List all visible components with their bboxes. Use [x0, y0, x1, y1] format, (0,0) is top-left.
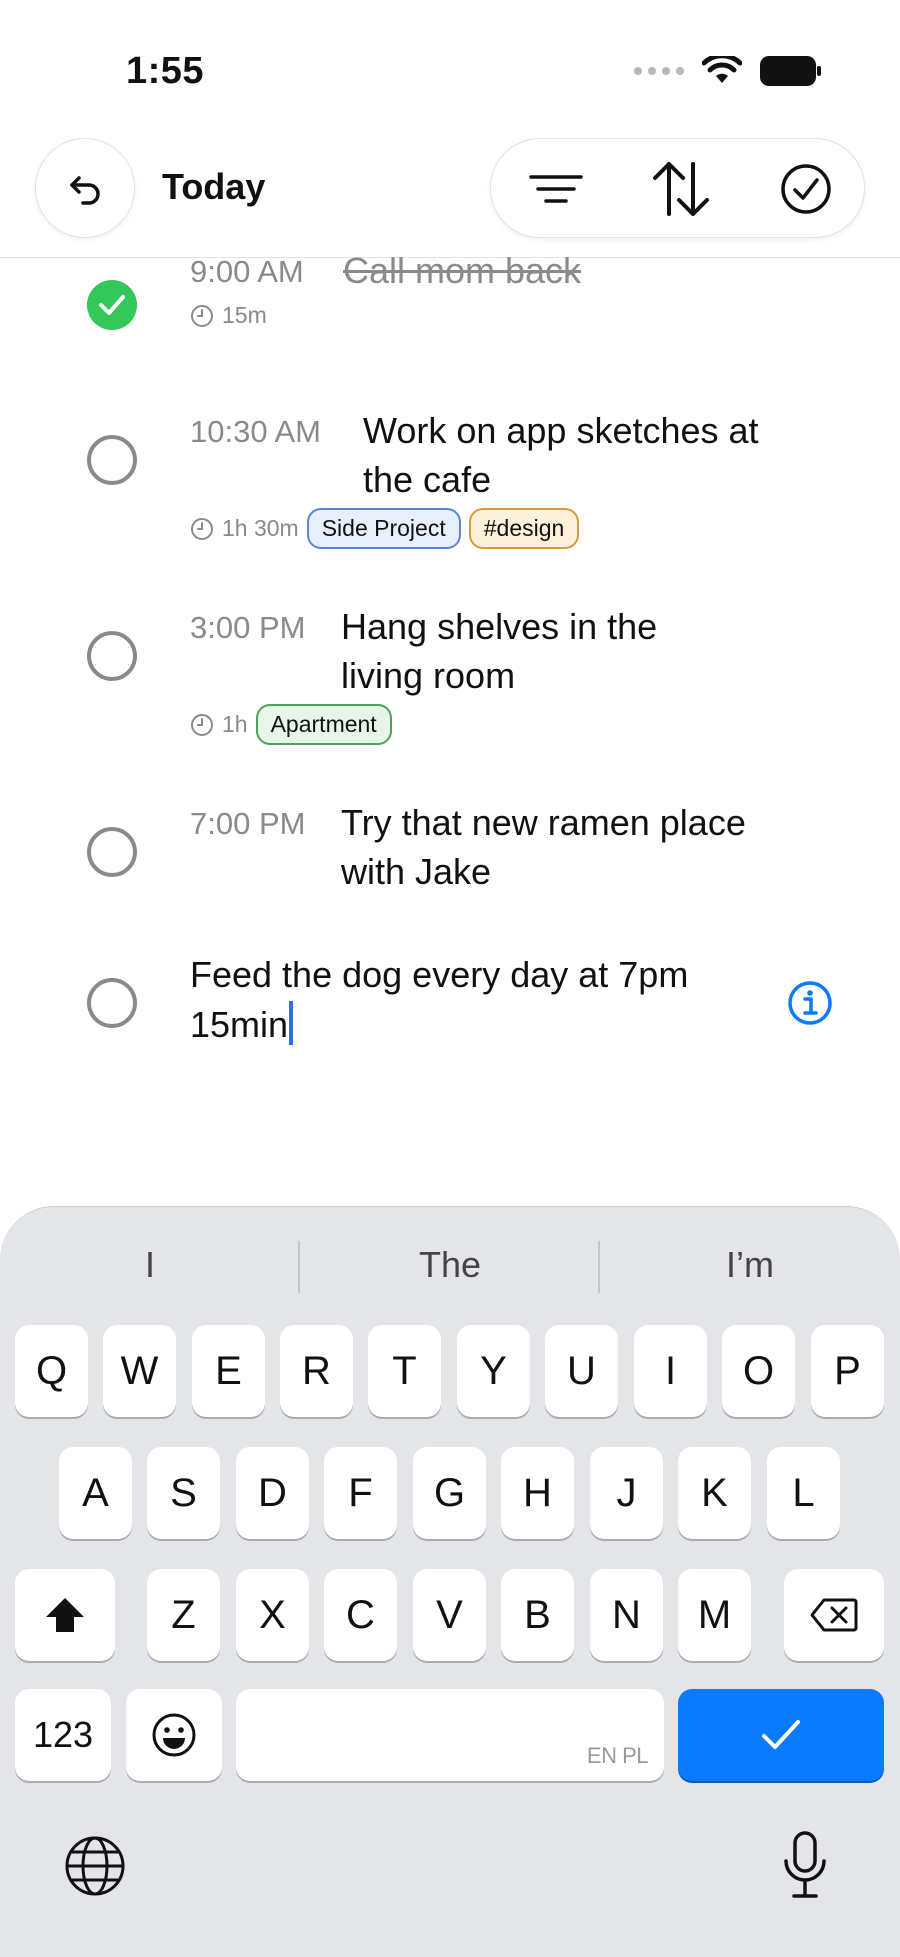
- key-j[interactable]: J: [590, 1447, 663, 1539]
- cellular-signal-icon: [634, 67, 684, 75]
- task-title[interactable]: Work on app sketches at the cafe: [363, 406, 813, 504]
- battery-icon: [760, 56, 821, 86]
- key-x[interactable]: X: [236, 1569, 309, 1661]
- shift-key[interactable]: [15, 1569, 115, 1661]
- key-c[interactable]: C: [324, 1569, 397, 1661]
- numbers-key[interactable]: 123: [15, 1689, 111, 1781]
- page-title: Today: [162, 166, 266, 207]
- task-checkbox[interactable]: [87, 827, 137, 877]
- task-info-button[interactable]: [787, 980, 833, 1026]
- key-v[interactable]: V: [413, 1569, 486, 1661]
- task-checkbox[interactable]: [87, 435, 137, 485]
- key-m[interactable]: M: [678, 1569, 751, 1661]
- key-k[interactable]: K: [678, 1447, 751, 1539]
- task-time: 7:00 PM: [190, 806, 306, 841]
- key-t[interactable]: T: [368, 1325, 441, 1417]
- key-f[interactable]: F: [324, 1447, 397, 1539]
- filter-button[interactable]: [526, 159, 586, 219]
- task-meta: 15m: [190, 302, 267, 329]
- key-u[interactable]: U: [545, 1325, 618, 1417]
- task-meta: 1h Apartment: [190, 704, 392, 745]
- text-cursor: [289, 1001, 294, 1045]
- backspace-key[interactable]: [784, 1569, 884, 1661]
- wifi-icon: [702, 56, 742, 83]
- filter-icon: [529, 175, 583, 203]
- task-duration: 1h 30m: [222, 515, 299, 541]
- key-g[interactable]: G: [413, 1447, 486, 1539]
- task-time: 3:00 PM: [190, 610, 306, 645]
- task-duration: 15m: [222, 302, 267, 328]
- key-p[interactable]: P: [811, 1325, 884, 1417]
- checkmark-icon: [99, 295, 125, 315]
- checkmark-circle-icon: [781, 164, 831, 214]
- shift-arrow-icon: [46, 1598, 84, 1632]
- info-icon: [788, 981, 832, 1025]
- sort-button[interactable]: [651, 159, 711, 219]
- done-key[interactable]: [678, 1689, 884, 1781]
- key-l[interactable]: L: [767, 1447, 840, 1539]
- backspace-icon: [810, 1598, 858, 1632]
- key-i[interactable]: I: [634, 1325, 707, 1417]
- globe-button[interactable]: [64, 1835, 126, 1897]
- status-time: 1:55: [126, 50, 205, 92]
- task-meta: 1h 30m Side Project #design: [190, 508, 580, 549]
- clock-icon: [191, 517, 213, 540]
- suggestion-bar: I The I’m: [0, 1235, 900, 1295]
- clock-icon: [191, 713, 213, 736]
- toolbar: [490, 138, 865, 238]
- header-bar: Today: [0, 130, 900, 258]
- key-q[interactable]: Q: [15, 1325, 88, 1417]
- task-checkbox[interactable]: [87, 631, 137, 681]
- task-time: 10:30 AM: [190, 414, 321, 449]
- new-task-input[interactable]: Feed the dog every day at 7pm 15min: [190, 950, 750, 1050]
- new-task-input-text: Feed the dog every day at 7pm 15min: [190, 954, 689, 1045]
- clock-icon: [191, 304, 213, 327]
- suggestion-3[interactable]: I’m: [600, 1235, 900, 1295]
- key-r[interactable]: R: [280, 1325, 353, 1417]
- globe-icon: [65, 1836, 125, 1896]
- tag-apartment[interactable]: Apartment: [255, 704, 392, 745]
- emoji-icon: [152, 1713, 196, 1757]
- back-button[interactable]: [35, 138, 135, 238]
- task-checkbox-checked[interactable]: [87, 280, 137, 330]
- task-title[interactable]: Try that new ramen place with Jake: [341, 798, 801, 896]
- key-e[interactable]: E: [192, 1325, 265, 1417]
- space-key[interactable]: EN PL: [236, 1689, 664, 1781]
- select-done-button[interactable]: [776, 159, 836, 219]
- suggestion-2[interactable]: The: [300, 1235, 600, 1295]
- tag-side-project[interactable]: Side Project: [306, 508, 461, 549]
- tag-design[interactable]: #design: [468, 508, 580, 549]
- key-o[interactable]: O: [722, 1325, 795, 1417]
- task-checkbox[interactable]: [87, 978, 137, 1028]
- task-title[interactable]: Hang shelves in the living room: [341, 602, 701, 700]
- dictation-button[interactable]: [780, 1831, 830, 1901]
- sort-arrows-icon: [653, 162, 709, 216]
- key-d[interactable]: D: [236, 1447, 309, 1539]
- microphone-icon: [784, 1831, 826, 1898]
- key-n[interactable]: N: [590, 1569, 663, 1661]
- key-a[interactable]: A: [59, 1447, 132, 1539]
- key-z[interactable]: Z: [147, 1569, 220, 1661]
- keyboard: I The I’m Q W E R T Y U I O P A S D F G …: [0, 1206, 900, 1957]
- key-s[interactable]: S: [147, 1447, 220, 1539]
- key-b[interactable]: B: [501, 1569, 574, 1661]
- key-w[interactable]: W: [103, 1325, 176, 1417]
- task-title[interactable]: Call mom back: [343, 246, 843, 295]
- suggestion-1[interactable]: I: [0, 1235, 300, 1295]
- key-y[interactable]: Y: [457, 1325, 530, 1417]
- status-icons: [634, 56, 822, 86]
- emoji-key[interactable]: [126, 1689, 222, 1781]
- checkmark-icon: [762, 1720, 800, 1749]
- task-duration: 1h: [222, 711, 248, 737]
- task-time: 9:00 AM: [190, 254, 304, 289]
- key-h[interactable]: H: [501, 1447, 574, 1539]
- status-bar: 1:55: [0, 0, 900, 130]
- undo-arrow-icon: [70, 176, 100, 205]
